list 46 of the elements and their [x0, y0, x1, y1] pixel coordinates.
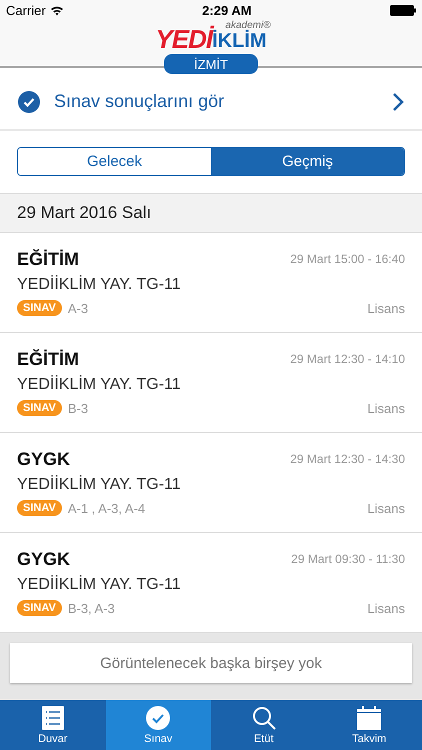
exam-tag: SINAV [17, 500, 62, 516]
event-subtitle: YEDİİKLİM YAY. TG-11 [17, 276, 182, 294]
event-time: 29 Mart 12:30 - 14:10 [290, 352, 405, 366]
event-row[interactable]: GYGK 29 Mart 12:30 - 14:30 YEDİİKLİM YAY. TG-11 SINAV A-1 , A-3, A-4 Lisans [0, 433, 422, 533]
event-time: 29 Mart 15:00 - 16:40 [290, 252, 405, 266]
checkmark-icon [18, 90, 40, 112]
logo-text: İKLİM [212, 31, 267, 51]
event-rooms: B-3 [68, 400, 88, 416]
chevron-right-icon[interactable] [392, 92, 404, 112]
event-title: GYGK [17, 449, 70, 470]
exam-tag: SINAV [17, 300, 62, 316]
logo-text: YEDİ [155, 26, 212, 52]
search-icon [252, 706, 276, 730]
event-level: Lisans [367, 500, 405, 516]
exam-tag: SINAV [17, 600, 62, 616]
event-time: 29 Mart 09:30 - 11:30 [291, 552, 405, 566]
wifi-icon [50, 4, 64, 16]
event-title: GYGK [17, 549, 70, 570]
end-message: Görüntelenecek başka birşey yok [10, 643, 412, 683]
event-rooms: A-1 , A-3, A-4 [68, 500, 146, 516]
event-title: EĞİTİM [17, 349, 79, 370]
segment-tab[interactable]: Geçmiş [211, 148, 404, 175]
exam-tag: SINAV [17, 400, 62, 416]
event-rooms: A-3 [68, 300, 88, 316]
event-row[interactable]: EĞİTİM 29 Mart 12:30 - 14:10 YEDİİKLİM YAY. TG-11 SINAV B-3 Lisans [0, 333, 422, 433]
event-subtitle: YEDİİKLİM YAY. TG-11 [17, 376, 182, 394]
event-title: EĞİTİM [17, 249, 79, 270]
tab-bar-item[interactable]: Sınav [106, 700, 211, 750]
event-row[interactable]: EĞİTİM 29 Mart 15:00 - 16:40 YEDİİKLİM YAY. TG-11 SINAV A-3 Lisans [0, 233, 422, 333]
event-subtitle: YEDİİKLİM YAY. TG-11 [17, 576, 182, 594]
date-header: 29 Mart 2016 Salı [0, 193, 422, 233]
battery-icon [390, 4, 416, 16]
logo-tagline: akademi® [225, 20, 271, 31]
event-time: 29 Mart 12:30 - 14:30 [290, 452, 405, 466]
event-subtitle: YEDİİKLİM YAY. TG-11 [17, 476, 182, 494]
list-icon [42, 706, 64, 730]
carrier-label: Carrier [6, 2, 46, 18]
results-link[interactable]: Sınav sonuçlarını gör [54, 91, 378, 112]
event-level: Lisans [367, 400, 405, 416]
branch-badge: İZMİT [164, 54, 258, 74]
event-level: Lisans [367, 600, 405, 616]
event-rooms: B-3, A-3 [68, 600, 115, 616]
status-time: 2:29 AM [202, 2, 252, 18]
calendar-icon [357, 706, 382, 730]
checkmark-icon [146, 706, 170, 730]
event-level: Lisans [367, 300, 405, 316]
